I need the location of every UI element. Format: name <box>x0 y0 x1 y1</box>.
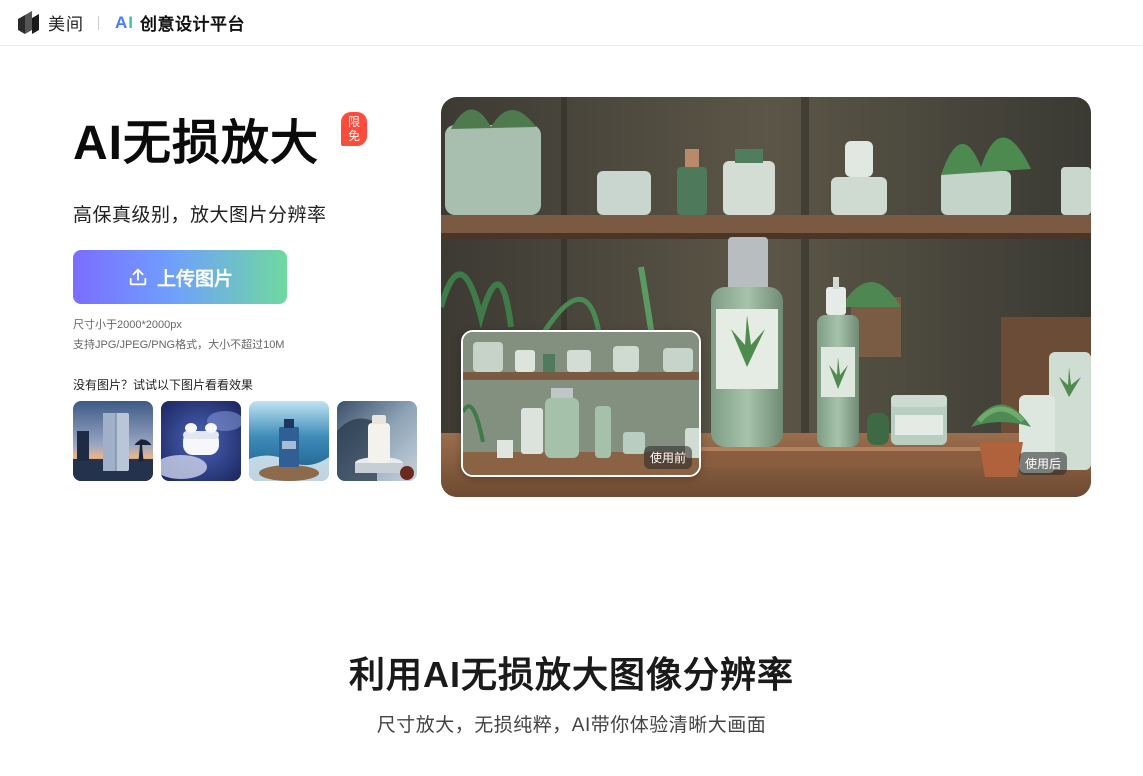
product-link[interactable]: AI 创意设计平台 <box>115 10 245 35</box>
ai-mark-icon: AI <box>115 12 135 32</box>
size-hint: 尺寸小于2000*2000px <box>73 319 182 331</box>
sample-thumbnails <box>73 401 417 481</box>
sample-thumb-bottle[interactable] <box>337 401 417 481</box>
sample-thumb-earbuds[interactable] <box>161 401 241 481</box>
before-label: 使用前 <box>644 446 693 469</box>
sample-thumb-fridge[interactable] <box>73 401 153 481</box>
hero-title: AI无损放大 <box>73 117 320 170</box>
hero-subtitle: 高保真级别，放大图片分辨率 <box>73 205 327 226</box>
brand-logo-link[interactable]: 美间 <box>16 10 84 36</box>
sample-label: 没有图片？试试以下图片看看效果 <box>73 378 254 392</box>
meijian-logo-icon <box>18 10 39 34</box>
format-hint: 支持JPG/JPEG/PNG格式，大小不超过10M <box>73 339 285 351</box>
after-label: 使用后 <box>1019 452 1068 475</box>
upload-button-label: 上传图片 <box>156 268 233 290</box>
nav-divider <box>98 15 99 30</box>
sample-thumb-perfume[interactable] <box>249 401 329 481</box>
free-badge: 限免 <box>341 112 368 146</box>
brand-name: 美间 <box>48 15 84 34</box>
section-subtitle: 尺寸放大，无损纯粹，AI带你体验清晰大画面 <box>376 715 767 736</box>
hero-title-block: AI无损放大 限免 <box>73 112 368 176</box>
top-nav: 美间 AI 创意设计平台 <box>0 0 1143 46</box>
product-name: 创意设计平台 <box>140 15 246 34</box>
upload-image-button[interactable]: 上传图片 <box>73 250 287 304</box>
section-title: 利用AI无损放大图像分辨率 <box>348 654 794 695</box>
upload-icon <box>129 268 147 286</box>
